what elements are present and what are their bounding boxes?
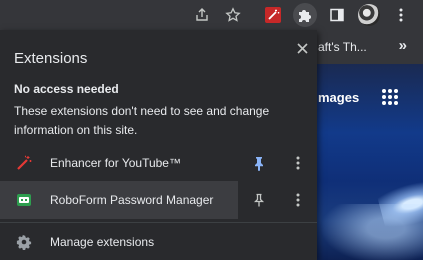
extension-name: Enhancer for YouTube™ [50, 156, 181, 170]
enhancer-toolbar-icon[interactable] [261, 3, 285, 27]
manage-extensions-label: Manage extensions [50, 235, 155, 249]
images-link[interactable]: mages [318, 90, 359, 105]
side-panel-icon[interactable] [325, 3, 349, 27]
popup-title: Extensions [14, 50, 88, 67]
extension-name: RoboForm Password Manager [50, 193, 214, 207]
roboform-icon [16, 192, 32, 208]
bookmarks-bar: aft's Th... » [300, 30, 423, 64]
pin-outline-icon[interactable] [251, 192, 267, 208]
browser-window: aft's Th... » mages Extensions No access… [0, 0, 423, 260]
pin-icon[interactable] [251, 155, 267, 171]
bookmark-item[interactable]: aft's Th... [318, 40, 367, 54]
magic-wand-icon [16, 155, 32, 171]
divider [0, 222, 317, 223]
more-options-icon[interactable] [290, 192, 306, 208]
section-title: No access needed [14, 82, 119, 96]
browser-menu-icon[interactable] [389, 3, 413, 27]
bookmarks-overflow-button[interactable]: » [399, 37, 407, 54]
extension-row-enhancer[interactable]: Enhancer for YouTube™ [0, 144, 317, 182]
gear-icon [16, 234, 32, 250]
extensions-puzzle-icon[interactable] [293, 3, 317, 27]
share-icon[interactable] [190, 3, 214, 27]
section-description: These extensions don't need to see and c… [14, 104, 270, 137]
extensions-popup: Extensions No access needed These extens… [0, 30, 317, 260]
bookmark-star-icon[interactable] [221, 3, 245, 27]
profile-avatar[interactable] [357, 3, 381, 27]
extension-row-roboform[interactable]: RoboForm Password Manager [0, 181, 238, 219]
browser-toolbar [0, 0, 423, 30]
more-options-icon[interactable] [290, 155, 306, 171]
close-icon[interactable] [292, 38, 312, 58]
manage-extensions-button[interactable]: Manage extensions [0, 230, 317, 258]
apps-grid-icon[interactable] [381, 88, 399, 106]
